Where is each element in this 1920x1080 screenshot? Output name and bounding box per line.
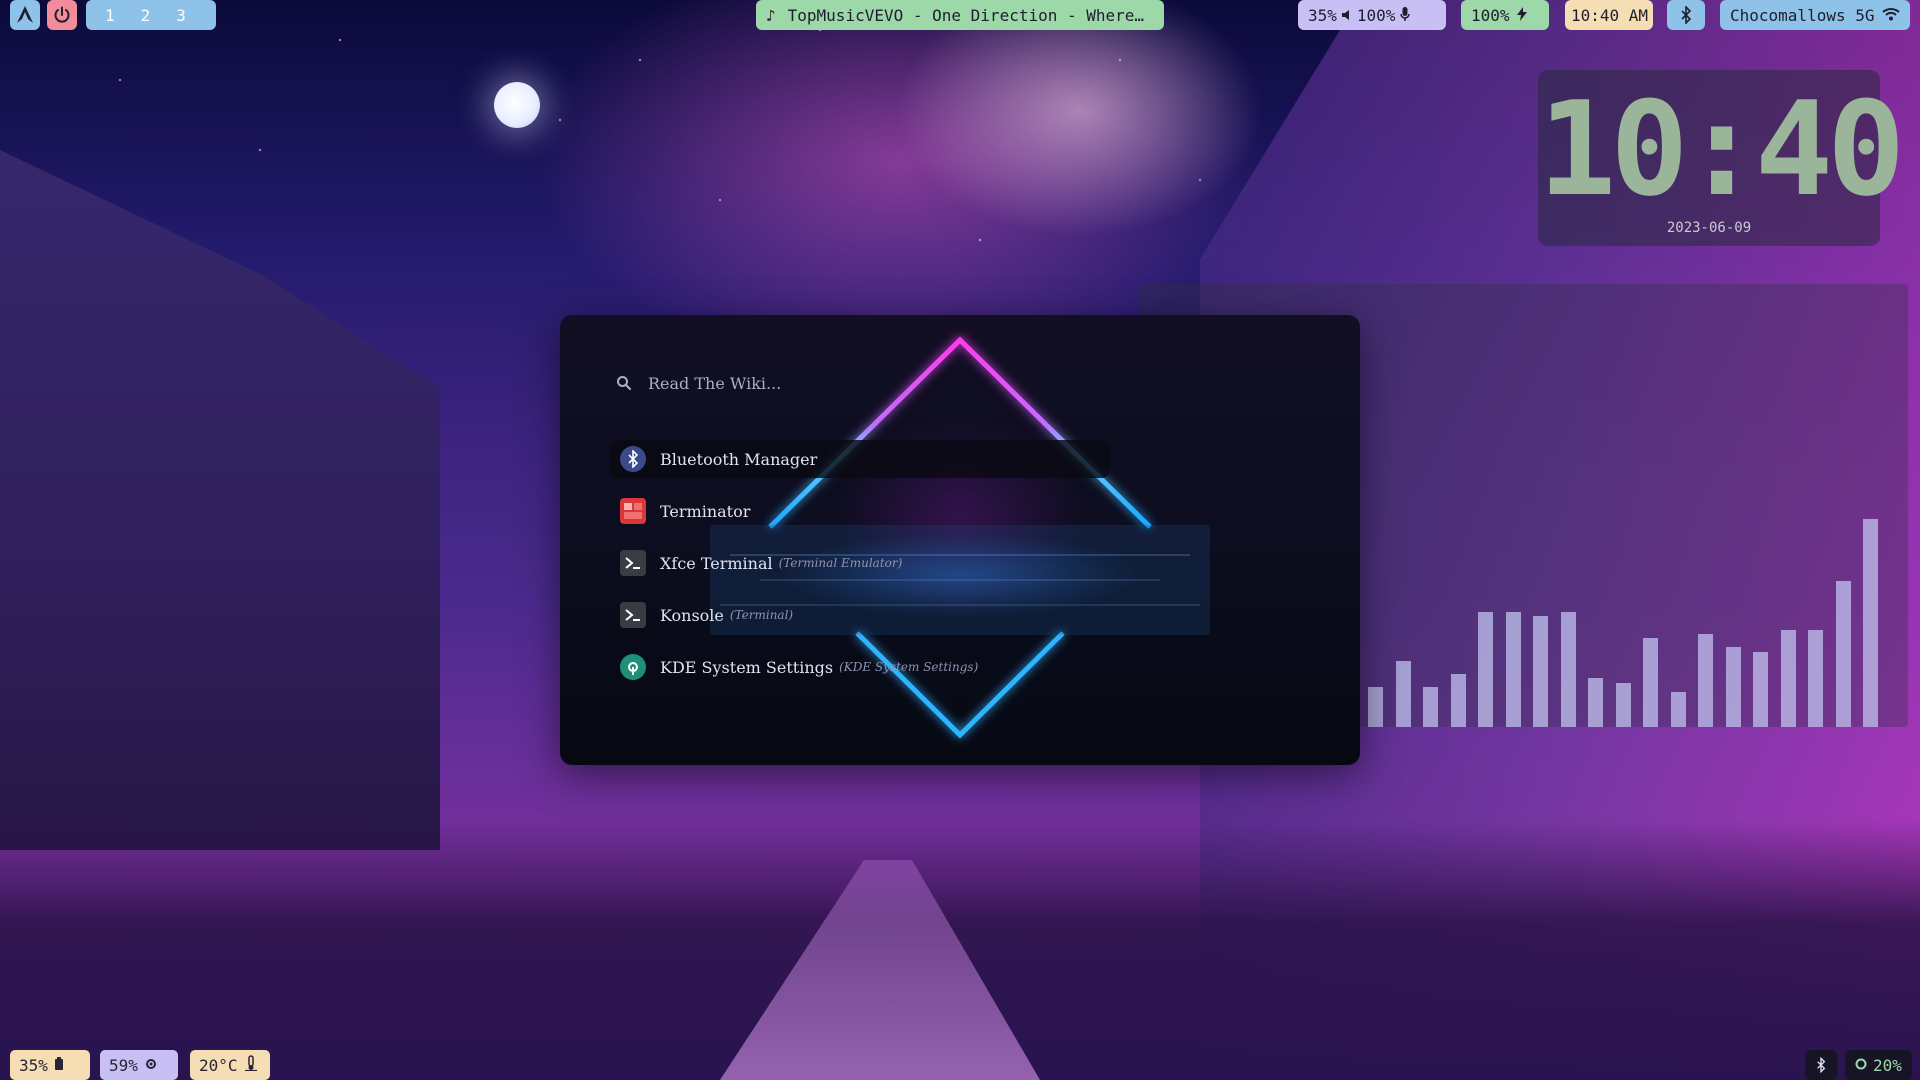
thermometer-icon — [244, 1055, 258, 1075]
launcher-item-kde-system-settings[interactable]: KDE System Settings (KDE System Settings… — [610, 648, 1110, 686]
clock-widget-time: 10:40 — [1538, 73, 1905, 225]
wifi-icon — [1882, 6, 1900, 25]
visualizer-bar — [1780, 630, 1796, 727]
topbar-time: 10:40 AM — [1571, 5, 1649, 25]
launcher-item-name: Bluetooth Manager — [660, 449, 818, 469]
visualizer-bar — [1588, 678, 1603, 727]
terminal-icon — [620, 550, 646, 576]
battery-module[interactable]: 100% — [1461, 0, 1549, 30]
media-title: TopMusicVEVO - One Direction - Where… — [787, 5, 1145, 25]
bottom-brightness-value: 20% — [1873, 1055, 1902, 1075]
visualizer-bar — [1808, 630, 1823, 727]
launcher-item-terminator[interactable]: Terminator — [610, 492, 1110, 530]
visualizer-bar — [1560, 612, 1576, 727]
visualizer-bar — [1368, 687, 1383, 727]
bottom-cpu-value: 59% — [109, 1055, 138, 1075]
power-icon — [54, 6, 70, 23]
terminator-icon — [620, 498, 646, 524]
visualizer-bar — [1753, 652, 1768, 727]
visualizer-bar — [1450, 674, 1466, 727]
launcher-item-name: Konsole — [660, 605, 724, 625]
wifi-ssid: Chocomallows 5G — [1730, 5, 1875, 25]
bottom-temp-value: 20°C — [199, 1055, 238, 1075]
visualizer-bar — [1478, 612, 1493, 727]
launcher-item-name: Terminator — [660, 501, 751, 521]
clock-module[interactable]: 10:40 AM — [1565, 0, 1653, 30]
battery-icon — [54, 1056, 64, 1075]
bottom-battery-value: 35% — [19, 1055, 48, 1075]
app-launcher: Read The Wiki... Bluetooth Manager Termi… — [560, 315, 1360, 765]
bottom-bluetooth-module[interactable] — [1805, 1050, 1837, 1080]
workspace-switcher: 1 2 3 — [86, 0, 216, 30]
volume-icon — [1341, 6, 1353, 25]
workspace-1[interactable]: 1 — [105, 6, 115, 25]
media-player[interactable]: ♪ TopMusicVEVO - One Direction - Where… — [756, 0, 1164, 30]
bluetooth-icon — [1681, 6, 1692, 24]
bluetooth-icon — [1817, 1057, 1826, 1073]
bluetooth-icon — [620, 446, 646, 472]
visualizer-bar — [1725, 647, 1741, 727]
power-button[interactable] — [47, 0, 77, 30]
visualizer-bar — [1670, 692, 1686, 727]
battery-level: 100% — [1471, 5, 1510, 25]
launcher-item-konsole[interactable]: Konsole (Terminal) — [610, 596, 1110, 634]
bottom-cpu-module[interactable]: 59% — [100, 1050, 178, 1080]
visualizer-bar — [1863, 519, 1878, 727]
brightness-icon — [1854, 1056, 1868, 1075]
workspace-2[interactable]: 2 — [141, 6, 151, 25]
arch-icon — [17, 6, 33, 23]
visualizer-bar — [1533, 616, 1548, 727]
clock-widget-date: 2023-06-09 — [1666, 220, 1752, 236]
audio-module[interactable]: 35% 100% — [1298, 0, 1446, 30]
microphone-icon — [1400, 6, 1411, 25]
arch-launcher-button[interactable] — [10, 0, 40, 30]
search-icon — [617, 376, 632, 391]
volume-level: 100% — [1356, 5, 1396, 25]
cpu-icon — [144, 1056, 158, 1075]
search-input[interactable]: Read The Wiki... — [648, 374, 781, 393]
visualizer-bar — [1615, 683, 1631, 727]
visualizer-bar — [1698, 634, 1713, 727]
workspace-3[interactable]: 3 — [176, 6, 186, 25]
settings-icon — [620, 654, 646, 680]
bottom-brightness-module[interactable]: 20% — [1845, 1050, 1912, 1080]
desktop-clock-widget: 10:40 2023-06-09 — [1538, 70, 1905, 246]
visualizer-bar — [1643, 638, 1658, 727]
launcher-item-name: KDE System Settings — [660, 657, 834, 677]
launcher-item-bluetooth-manager[interactable]: Bluetooth Manager — [610, 440, 1110, 478]
terminal-icon — [620, 602, 646, 628]
visualizer-bar — [1423, 687, 1438, 727]
launcher-item-name: Xfce Terminal — [660, 553, 773, 573]
bottom-temperature-module[interactable]: 20°C — [190, 1050, 270, 1080]
launcher-item-description: (KDE System Settings) — [839, 660, 979, 674]
wallpaper-moon — [494, 82, 540, 128]
music-note-icon: ♪ — [766, 5, 776, 25]
mic-level: 35% — [1308, 5, 1337, 25]
launcher-search[interactable]: Read The Wiki... — [616, 368, 781, 398]
bluetooth-module[interactable] — [1667, 0, 1705, 30]
bottom-battery-module[interactable]: 35% — [10, 1050, 90, 1080]
charging-icon — [1515, 6, 1529, 25]
visualizer-bar — [1835, 581, 1851, 727]
launcher-item-description: (Terminal) — [729, 608, 794, 622]
launcher-item-description: (Terminal Emulator) — [778, 556, 903, 570]
visualizer-bar — [1395, 661, 1411, 727]
network-module[interactable]: Chocomallows 5G — [1720, 0, 1910, 30]
visualizer-bar — [1505, 612, 1521, 727]
launcher-item-xfce-terminal[interactable]: Xfce Terminal (Terminal Emulator) — [610, 544, 1110, 582]
